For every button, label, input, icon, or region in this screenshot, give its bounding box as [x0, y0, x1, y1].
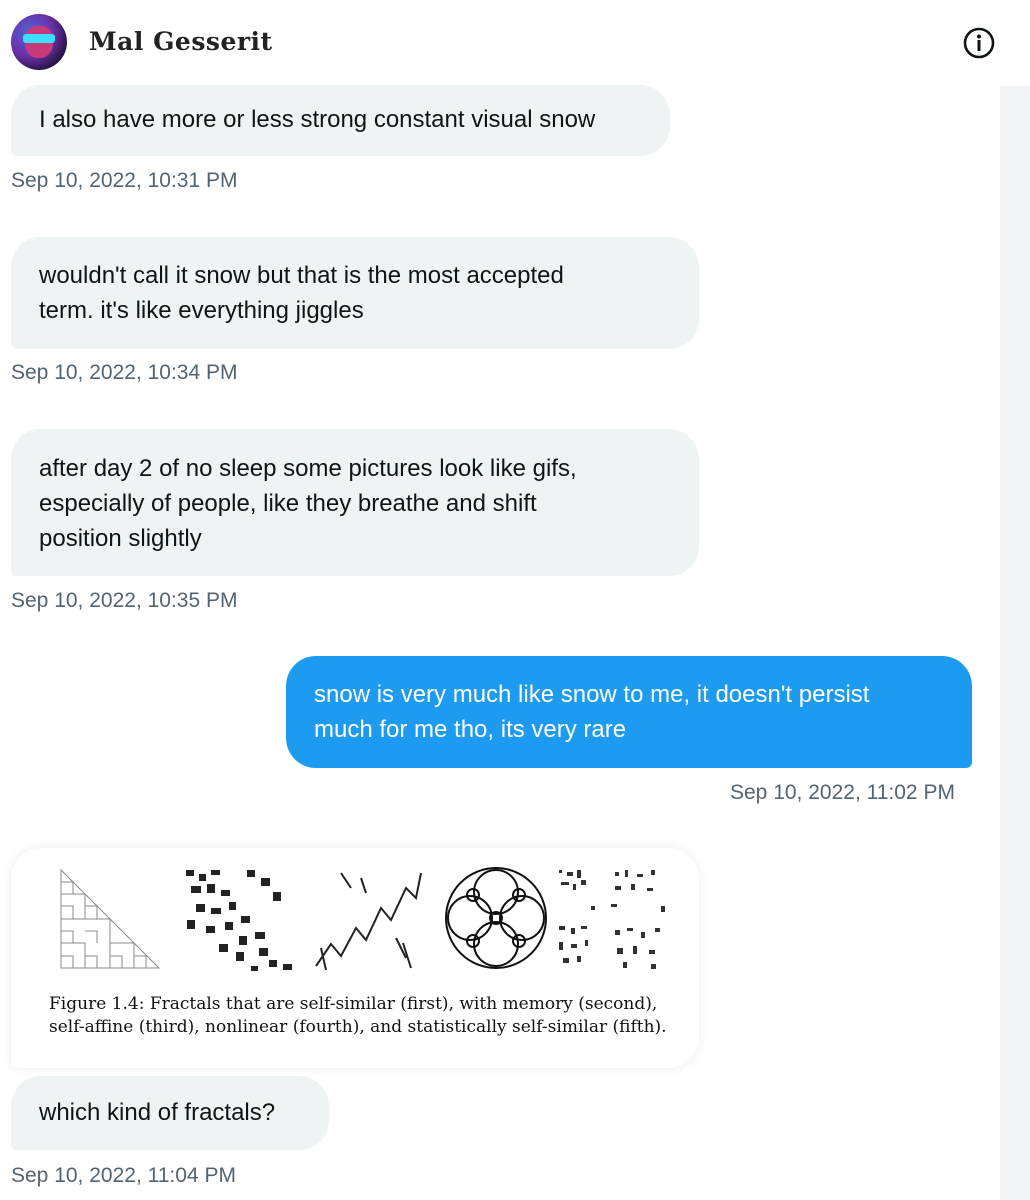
message-line: wouldn't call it snow but that is the mo…	[39, 262, 564, 289]
self-affine-fractal-image	[315, 872, 422, 971]
outgoing-message[interactable]: snow is very much like snow to me, it do…	[286, 656, 972, 768]
message-text: I also have more or less strong constant…	[39, 106, 596, 133]
message-timestamp: Sep 10, 2022, 10:35 PM	[11, 589, 238, 612]
info-icon	[963, 27, 995, 59]
message-timestamp: Sep 10, 2022, 10:31 PM	[11, 169, 238, 192]
message-timestamp: Sep 10, 2022, 10:34 PM	[11, 361, 238, 384]
avatar[interactable]	[11, 14, 67, 70]
message-timestamp: Sep 10, 2022, 11:02 PM	[730, 781, 955, 804]
message-line: term. it's like everything jiggles	[39, 297, 364, 324]
statistical-fractal-image	[559, 870, 665, 969]
conversation-header: Mal Gesserit	[0, 0, 1030, 84]
message-line: especially of people, like they breathe …	[39, 490, 537, 517]
sierpinski-triangle-image	[60, 868, 161, 969]
incoming-message[interactable]: which kind of fractals?	[11, 1076, 329, 1150]
figure-caption: Figure 1.4: Fractals that are self-simil…	[49, 994, 667, 1037]
incoming-message[interactable]: wouldn't call it snow but that is the mo…	[11, 237, 699, 349]
message-timestamp: Sep 10, 2022, 11:04 PM	[11, 1164, 236, 1187]
apollonian-gasket-image	[445, 867, 547, 969]
message-line: snow is very much like snow to me, it do…	[314, 681, 870, 708]
incoming-message[interactable]: I also have more or less strong constant…	[11, 85, 670, 156]
avatar-glasses	[23, 34, 55, 43]
memory-fractal-image	[186, 870, 292, 971]
image-message[interactable]: Figure 1.4: Fractals that are self-simil…	[11, 848, 699, 1068]
contact-name[interactable]: Mal Gesserit	[89, 27, 273, 56]
message-text: which kind of fractals?	[39, 1099, 276, 1126]
incoming-message[interactable]: after day 2 of no sleep some pictures lo…	[11, 429, 699, 576]
message-line: position slightly	[39, 525, 202, 552]
message-line: much for me tho, its very rare	[314, 716, 627, 743]
info-button[interactable]	[962, 26, 996, 60]
fractals-figure	[60, 867, 665, 971]
message-line: after day 2 of no sleep some pictures lo…	[39, 455, 577, 482]
scrollbar-track[interactable]	[1000, 86, 1030, 1200]
